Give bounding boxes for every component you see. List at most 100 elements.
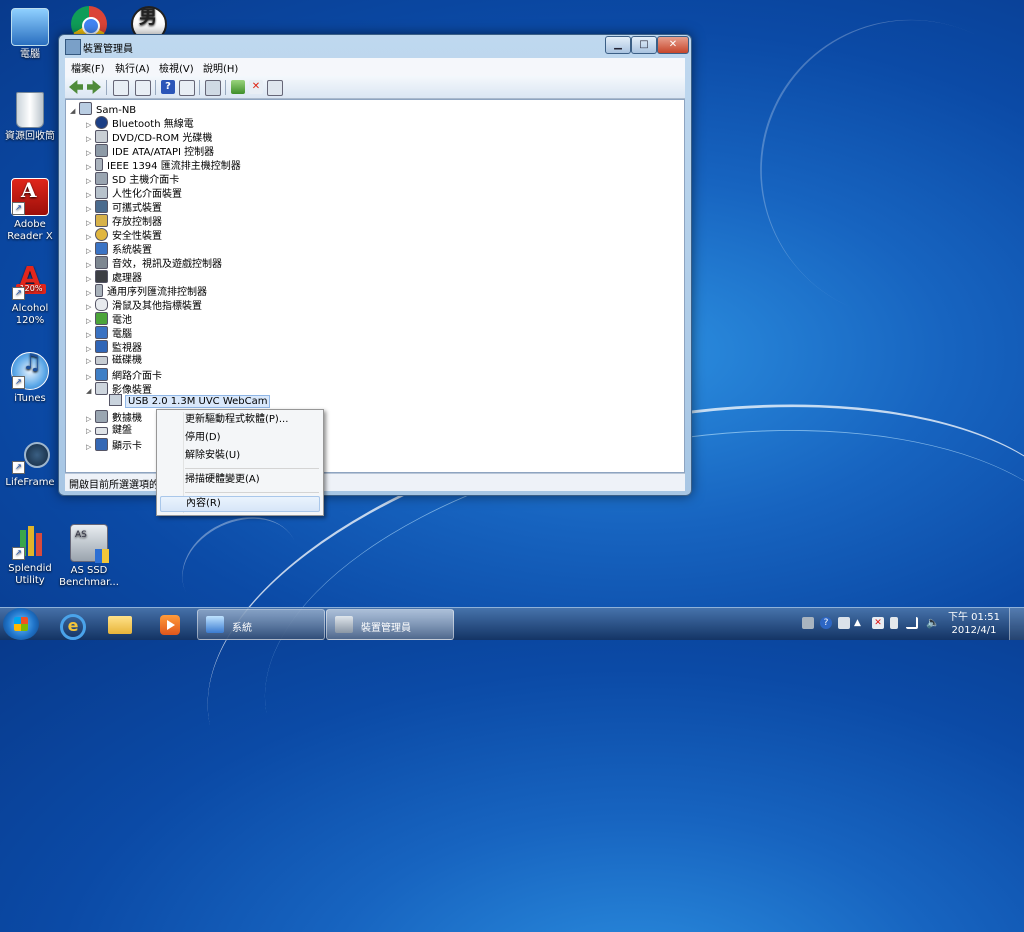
wifi-signal-icon[interactable] (906, 617, 918, 629)
media-player-icon (160, 615, 180, 635)
tree-item-sd-host[interactable]: ▷ SD 主機介面卡 (86, 172, 179, 186)
taskbar-task-device-manager[interactable]: 裝置管理員 (326, 609, 454, 640)
tree-item-processor[interactable]: ▷ 處理器 (86, 270, 142, 284)
desktop-icon-label: 資源回收筒 (5, 131, 55, 142)
tree-item-network[interactable]: ▷ 網路介面卡 (86, 368, 162, 382)
as-ssd-benchmark-icon: AS (70, 524, 109, 563)
start-button[interactable] (3, 608, 39, 640)
toolbar-separator (106, 80, 107, 95)
desktop-icon-alcohol[interactable]: A 120% ↗ Alcohol 120% (0, 263, 63, 327)
menu-action[interactable]: 執行(A) (115, 60, 150, 75)
maximize-button[interactable]: □ (631, 36, 657, 54)
tree-item-battery[interactable]: ▷ 電池 (86, 312, 132, 326)
tree-item-display[interactable]: ▷ 顯示卡 (86, 438, 142, 452)
desktop-icon-lifeframe[interactable]: ↗ LifeFrame (0, 438, 63, 489)
tree-item-portable[interactable]: ▷ 可攜式裝置 (86, 200, 162, 214)
collapse-arrow-icon[interactable]: ◢ (86, 384, 95, 398)
tree-item-security[interactable]: ▷ 安全性裝置 (86, 228, 162, 242)
desktop-icon-label: Adobe Reader X (7, 219, 53, 242)
power-plug-icon[interactable] (890, 617, 898, 629)
disable-device-icon[interactable] (267, 80, 283, 96)
tree-item-label: 通用序列匯流排控制器 (107, 287, 207, 298)
help-icon[interactable]: ? (161, 80, 175, 94)
tree-item-label: 系統裝置 (112, 245, 152, 256)
tree-item-label: 磁碟機 (112, 355, 142, 366)
tree-item-ieee1394[interactable]: ▷ IEEE 1394 匯流排主機控制器 (86, 158, 241, 172)
tree-item-bluetooth[interactable]: ▷ Bluetooth 無線電 (86, 116, 194, 130)
taskbar-media-player[interactable] (148, 610, 192, 638)
tree-item-label: 數據機 (112, 413, 142, 424)
tree-item-label: 電腦 (112, 329, 132, 340)
tree-item-keyboard[interactable]: ▷ 鍵盤 (86, 424, 132, 438)
taskbar-internet-explorer[interactable]: e (48, 610, 92, 640)
view-icon[interactable] (179, 80, 195, 96)
system-device-icon (95, 242, 108, 255)
close-button[interactable]: ✕ (657, 36, 689, 54)
tree-item-audio-video[interactable]: ▷ 音效，視訊及遊戲控制器 (86, 256, 222, 270)
back-arrow-icon[interactable] (69, 80, 83, 94)
shortcut-arrow-icon: ↗ (12, 461, 25, 474)
toolbar-separator (155, 80, 156, 95)
system-icon (206, 616, 224, 633)
desktop-icon-adobe-reader[interactable]: A ↗ Adobe Reader X (0, 178, 63, 243)
scan-hardware-icon[interactable] (205, 80, 221, 96)
collapse-arrow-icon[interactable]: ◢ (70, 104, 79, 118)
update-driver-icon[interactable] (231, 80, 245, 94)
menu-item-uninstall[interactable]: 解除安裝(U) (160, 448, 320, 464)
device-manager-window[interactable]: 裝置管理員 ▁ □ ✕ 檔案(F) 執行(A) 檢視(V) 說明(H) ? ✕ … (58, 34, 692, 496)
taskbar-explorer[interactable] (98, 610, 142, 638)
show-hidden-icons-icon[interactable]: ▲ (854, 617, 866, 629)
minimize-button[interactable]: ▁ (605, 36, 631, 54)
show-hide-tree-icon[interactable] (113, 80, 129, 96)
tree-item-disk[interactable]: ▷ 磁碟機 (86, 354, 142, 368)
tree-item-computer[interactable]: ▷ 電腦 (86, 326, 132, 340)
desktop-icon-itunes[interactable]: ♫ ↗ iTunes (0, 352, 63, 405)
taskbar: e 系統 裝置管理員 ? ▲ ✕ 🔈 下午 01:51 2012/4/1 (0, 607, 1024, 640)
action-center-icon[interactable]: ✕ (872, 617, 884, 629)
input-tray-icon[interactable] (838, 617, 850, 629)
device-manager-icon (65, 39, 81, 55)
help-tray-icon[interactable]: ? (820, 617, 832, 629)
expand-arrow-icon[interactable]: ▷ (86, 354, 95, 368)
tree-item-label: 存放控制器 (112, 217, 162, 228)
tree-item-monitor[interactable]: ▷ 監視器 (86, 340, 142, 354)
volume-icon[interactable]: 🔈 (926, 617, 940, 629)
tree-root[interactable]: ◢ Sam-NB (70, 102, 136, 116)
imaging-device-icon (95, 382, 108, 395)
menu-item-scan-hardware[interactable]: 掃描硬體變更(A) (160, 472, 320, 488)
expand-arrow-icon[interactable]: ▷ (86, 424, 95, 438)
expand-arrow-icon[interactable]: ▷ (86, 440, 95, 454)
menu-item-update-driver[interactable]: 更新驅動程式軟體(P)... (160, 412, 320, 428)
menu-help[interactable]: 說明(H) (203, 60, 238, 75)
menu-item-properties[interactable]: 內容(R) (160, 496, 320, 512)
desktop-icon-recycle-bin[interactable]: 資源回收筒 (0, 92, 63, 143)
tree-item-system[interactable]: ▷ 系統裝置 (86, 242, 152, 256)
menu-item-disable[interactable]: 停用(D) (160, 430, 320, 446)
tree-item-dvd[interactable]: ▷ DVD/CD-ROM 光碟機 (86, 130, 212, 144)
taskbar-task-system[interactable]: 系統 (197, 609, 325, 640)
tree-item-modem[interactable]: ▷ 數據機 (86, 410, 142, 424)
desktop-icon-splendid[interactable]: ↗ Splendid Utility (0, 524, 63, 587)
tree-item-usb[interactable]: ▷ 通用序列匯流排控制器 (86, 284, 207, 298)
tree-item-label: 監視器 (112, 343, 142, 354)
menu-file[interactable]: 檔案(F) (71, 60, 105, 75)
uninstall-icon[interactable]: ✕ (249, 80, 263, 94)
desktop-icon-label: LifeFrame (5, 477, 55, 488)
tree-item-mouse[interactable]: ▷ 滑鼠及其他指標裝置 (86, 298, 202, 312)
tree-item-hid[interactable]: ▷ 人性化介面裝置 (86, 186, 182, 200)
properties-sheet-icon[interactable] (135, 80, 151, 96)
tree-item-storage[interactable]: ▷ 存放控制器 (86, 214, 162, 228)
tree-item-label: 鍵盤 (112, 425, 132, 436)
computer-icon (95, 326, 108, 339)
clock[interactable]: 下午 01:51 2012/4/1 (948, 611, 1000, 637)
keyboard-tray-icon[interactable] (802, 617, 814, 629)
menu-view[interactable]: 檢視(V) (159, 60, 194, 75)
desktop-icon-computer[interactable]: 電腦 (0, 8, 63, 61)
forward-arrow-icon[interactable] (87, 80, 101, 94)
desktop-icon-as-ssd[interactable]: AS AS SSD Benchmar... (56, 524, 122, 589)
tree-item-ide[interactable]: ▷ IDE ATA/ATAPI 控制器 (86, 144, 214, 158)
window-titlebar[interactable]: 裝置管理員 ▁ □ ✕ (59, 35, 691, 57)
tree-item-label: 顯示卡 (112, 441, 142, 452)
show-desktop-button[interactable] (1009, 608, 1024, 640)
tree-item-webcam[interactable]: USB 2.0 1.3M UVC WebCam (109, 394, 271, 408)
